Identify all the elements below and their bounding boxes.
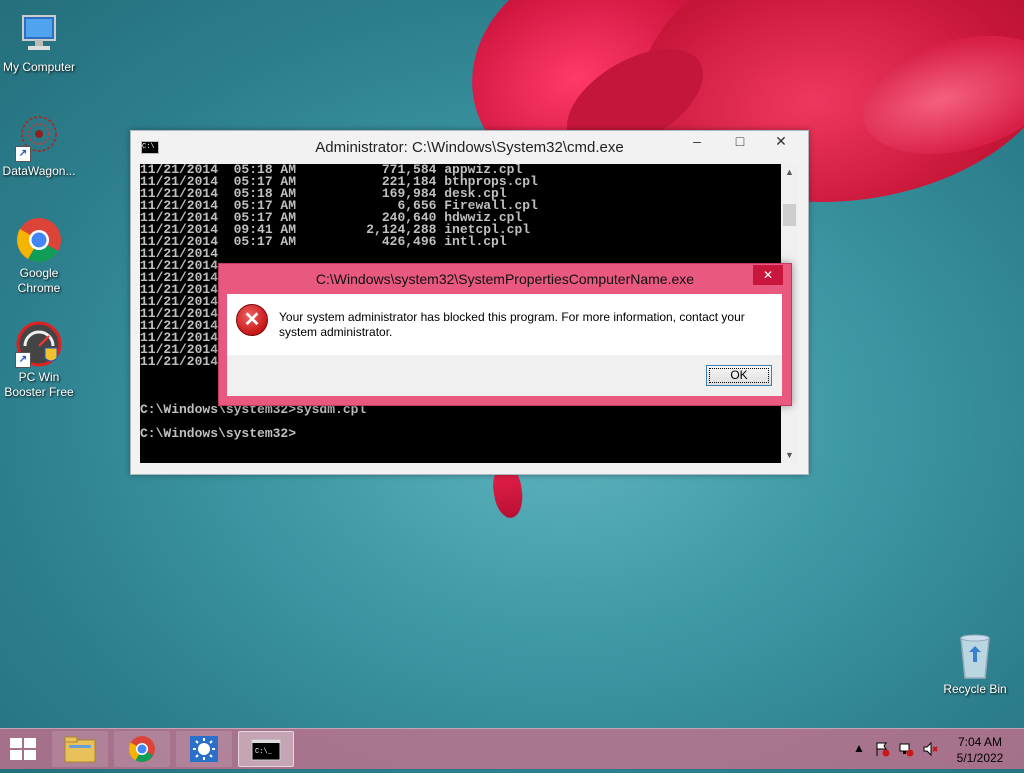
desktop-icon-recycle-bin[interactable]: Recycle Bin xyxy=(934,630,1016,696)
desktop-icon-label: PC Win Booster Free xyxy=(4,370,74,399)
folder-icon xyxy=(64,736,96,763)
taskbar-cmd[interactable]: C:\_ xyxy=(238,731,294,767)
desktop-icon-label: My Computer xyxy=(2,60,76,74)
windows-logo-icon xyxy=(10,738,22,748)
clock-time: 7:04 AM xyxy=(957,735,1003,749)
dialog-close-button[interactable]: ✕ xyxy=(753,265,783,285)
error-icon: ✕ xyxy=(236,304,268,336)
chrome-icon xyxy=(128,736,155,762)
desktop-icon-my-computer[interactable]: My Computer xyxy=(0,10,80,75)
desktop-icon-google-chrome[interactable]: Google Chrome xyxy=(0,216,80,296)
show-hidden-icons-button[interactable]: ▲ xyxy=(853,741,865,755)
taskbar-file-explorer[interactable] xyxy=(52,731,108,767)
recycle-bin-icon xyxy=(951,630,999,682)
error-dialog[interactable]: C:\Windows\system32\SystemPropertiesComp… xyxy=(218,263,792,406)
booster-icon: ↗ xyxy=(15,320,63,368)
datawagon-icon: ↗ xyxy=(15,114,63,162)
chrome-icon xyxy=(15,216,63,264)
computer-icon xyxy=(15,10,63,58)
dialog-title: C:\Windows\system32\SystemPropertiesComp… xyxy=(315,271,695,287)
desktop-icon-label: DataWagon... xyxy=(2,164,76,178)
desktop-icon-pc-win-booster[interactable]: ↗ PC Win Booster Free xyxy=(0,320,80,400)
desktop-icon-datawagon[interactable]: ↗ DataWagon... xyxy=(0,114,80,179)
desktop-icon-label: Google Chrome xyxy=(17,266,61,295)
windows-logo-icon xyxy=(24,738,36,748)
scrollbar-thumb[interactable] xyxy=(783,204,796,226)
windows-logo-icon xyxy=(24,750,36,760)
minimize-button[interactable]: – xyxy=(682,131,712,152)
start-button[interactable] xyxy=(10,738,38,762)
desktop-icon-label: Recycle Bin xyxy=(943,682,1007,696)
svg-text:C:\_: C:\_ xyxy=(255,748,273,756)
action-center-flag-icon[interactable] xyxy=(874,741,890,760)
network-icon[interactable] xyxy=(898,741,914,760)
dialog-message-area: ✕ Your system administrator has blocked … xyxy=(227,294,782,355)
clock[interactable]: 7:04 AM 5/1/2022 xyxy=(940,734,1020,766)
maximize-button[interactable]: □ xyxy=(725,131,755,152)
taskbar-brightness-app[interactable] xyxy=(176,731,232,767)
volume-muted-icon[interactable] xyxy=(922,741,938,760)
shortcut-arrow-icon: ↗ xyxy=(15,146,31,162)
ok-button[interactable]: OK xyxy=(706,365,772,386)
cmd-title-bar[interactable]: C:\ Administrator: C:\Windows\System32\c… xyxy=(131,131,808,163)
dialog-body: ✕ Your system administrator has blocked … xyxy=(227,294,782,396)
dialog-message: Your system administrator has blocked th… xyxy=(279,310,745,339)
taskbar: C:\_ ▲ 7:04 AM 5/1/2022 xyxy=(0,728,1024,769)
shortcut-arrow-icon: ↗ xyxy=(15,352,31,368)
taskbar-chrome[interactable] xyxy=(114,731,170,767)
scroll-down-icon[interactable]: ▼ xyxy=(781,450,798,460)
windows-logo-icon xyxy=(10,750,22,760)
close-button[interactable]: ✕ xyxy=(762,131,800,152)
cmd-icon: C:\_ xyxy=(251,739,281,761)
scroll-up-icon[interactable]: ▲ xyxy=(781,167,798,177)
sun-icon xyxy=(190,736,218,762)
clock-date: 5/1/2022 xyxy=(956,751,1004,765)
